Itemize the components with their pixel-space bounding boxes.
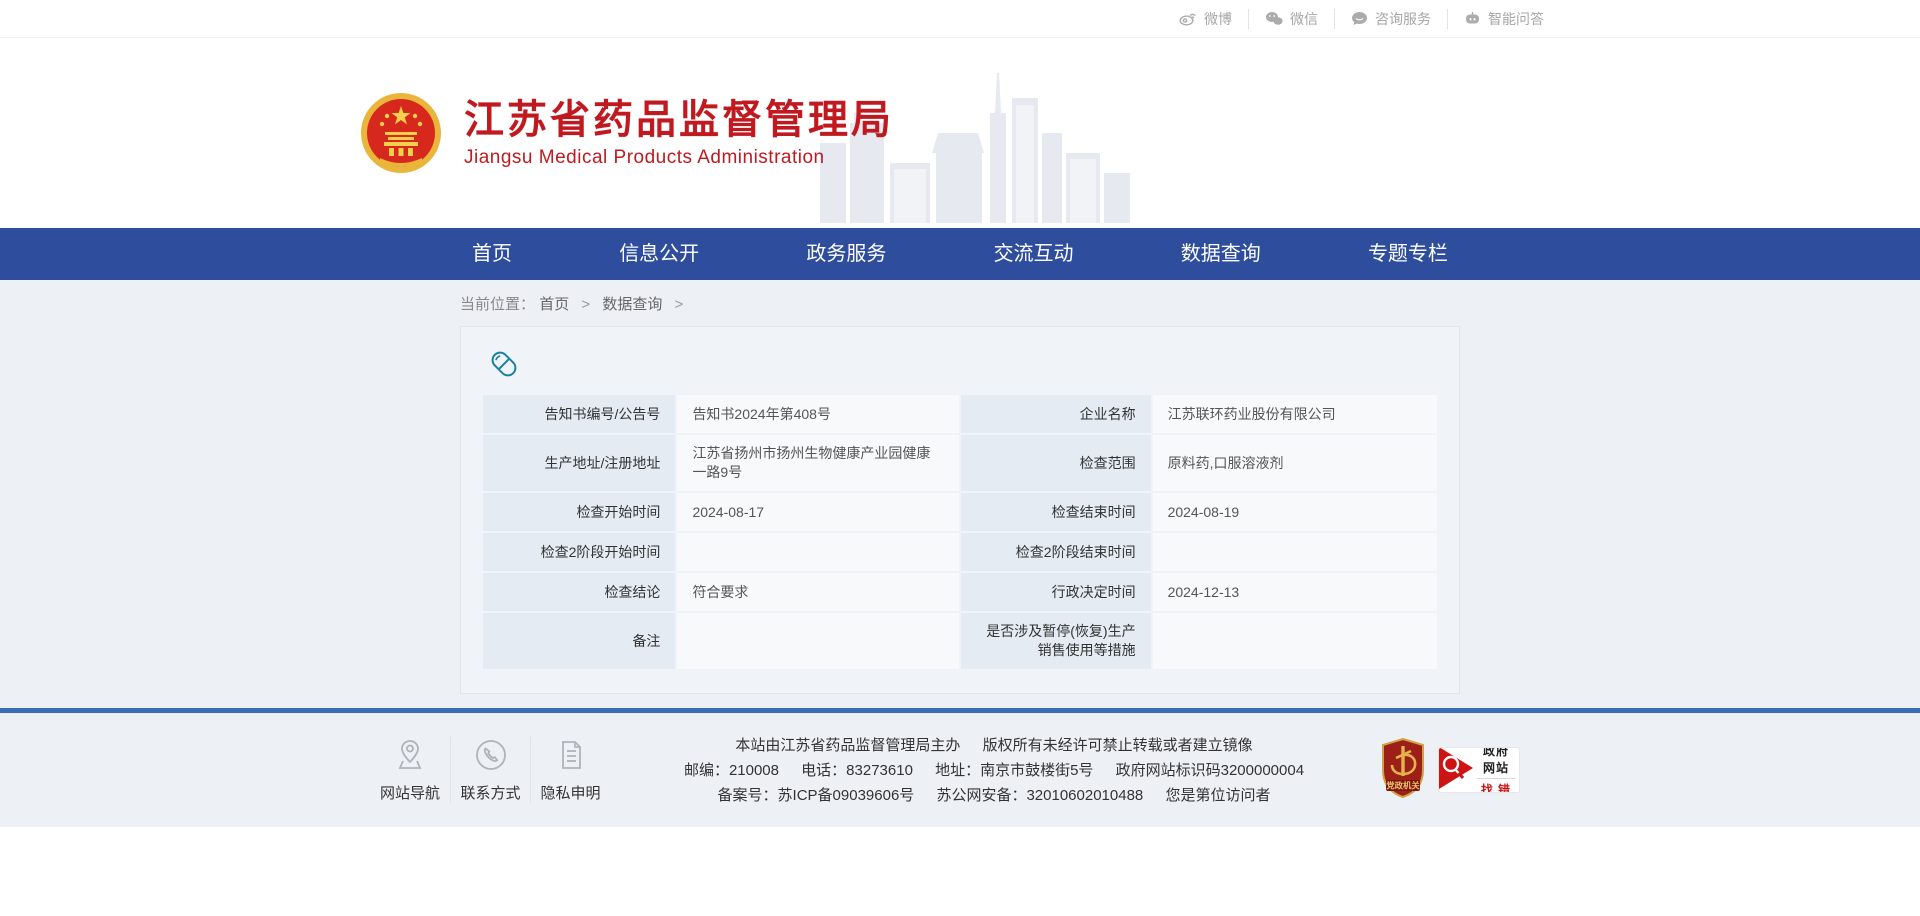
footer-link-site-map[interactable]: 网站导航 [370, 737, 450, 803]
field-value: 原料药,口服溶液剂 [1153, 435, 1437, 491]
table-row: 备注 是否涉及暂停(恢复)生产销售使用等措施 [483, 613, 1437, 669]
page-content: 当前位置： 首页 > 数据查询 > 告知书编号/公告号 告知书2024 [0, 280, 1920, 708]
footer-icp-number: 备案号：苏ICP备09039606号 [718, 787, 915, 804]
topbar-item-label: 咨询服务 [1375, 9, 1431, 29]
footer-line-1: 本站由江苏省药品监督管理局主办 版权所有未经许可禁止转载或者建立镜像 [630, 733, 1358, 758]
footer-host-text: 本站由江苏省药品监督管理局主办 [735, 737, 960, 754]
nav-item-gov-services[interactable]: 政务服务 [794, 228, 898, 280]
field-value: 江苏联环药业股份有限公司 [1153, 395, 1437, 433]
footer-link-label: 隐私申明 [537, 782, 604, 803]
field-label: 检查2阶段开始时间 [483, 533, 675, 571]
field-label: 是否涉及暂停(恢复)生产销售使用等措施 [961, 613, 1151, 669]
field-value: 2024-08-19 [1153, 493, 1437, 531]
field-value: 2024-12-13 [1153, 573, 1437, 611]
topbar-item-smart-qa[interactable]: 智能问答 [1447, 9, 1560, 29]
footer-link-contact[interactable]: 联系方式 [450, 737, 530, 803]
topbar: 微博 微信 咨询服务 [0, 0, 1920, 38]
field-label: 检查结束时间 [961, 493, 1151, 531]
magnifier-flag-icon [1439, 747, 1473, 793]
footer-copyright-text: 版权所有未经许可禁止转载或者建立镜像 [983, 737, 1253, 754]
field-value: 江苏省扬州市扬州生物健康产业园健康一路9号 [677, 435, 959, 491]
nav-item-special-topics[interactable]: 专题专栏 [1356, 228, 1460, 280]
field-label: 检查结论 [483, 573, 675, 611]
field-value: 告知书2024年第408号 [677, 395, 959, 433]
field-label: 生产地址/注册地址 [483, 435, 675, 491]
national-emblem-logo [360, 92, 442, 174]
nav-item-interaction[interactable]: 交流互动 [982, 228, 1086, 280]
topbar-item-weibo[interactable]: 微博 [1163, 9, 1248, 29]
footer-visitor-counter: 您是第位访问者 [1165, 787, 1270, 804]
inspection-detail-card: 告知书编号/公告号 告知书2024年第408号 企业名称 江苏联环药业股份有限公… [460, 326, 1460, 694]
footer-quick-links: 网站导航 联系方式 隐 [370, 737, 610, 803]
footer-info: 本站由江苏省药品监督管理局主办 版权所有未经许可禁止转载或者建立镜像 邮编：21… [610, 733, 1378, 808]
nav-item-info-disclosure[interactable]: 信息公开 [607, 228, 711, 280]
footer-link-privacy[interactable]: 隐私申明 [530, 737, 610, 803]
topbar-item-label: 微博 [1204, 9, 1232, 29]
footer-link-label: 网站导航 [376, 782, 444, 803]
site-subtitle: Jiangsu Medical Products Administration [464, 147, 894, 169]
field-value: 2024-08-17 [677, 493, 959, 531]
field-label: 行政决定时间 [961, 573, 1151, 611]
breadcrumb: 当前位置： 首页 > 数据查询 > [460, 280, 1460, 326]
breadcrumb-separator: > [581, 296, 590, 313]
svg-text:党政机关: 党政机关 [1386, 780, 1420, 790]
topbar-item-label: 智能问答 [1488, 9, 1544, 29]
breadcrumb-separator: > [675, 296, 684, 313]
site-footer: 网站导航 联系方式 隐 [0, 713, 1920, 827]
footer-security-number: 苏公网安备：32010602010488 [936, 787, 1143, 804]
footer-line-2: 邮编：210008 电话：83273610 地址：南京市鼓楼街5号 政府网站标识… [630, 758, 1358, 783]
site-title: 江苏省药品监督管理局 [464, 97, 894, 143]
topbar-item-label: 微信 [1290, 9, 1318, 29]
nav-item-home[interactable]: 首页 [460, 228, 524, 280]
footer-phone: 电话：83273610 [801, 762, 913, 779]
field-value [1153, 613, 1437, 669]
footer-postcode: 邮编：210008 [684, 762, 779, 779]
map-pin-icon [376, 737, 444, 773]
field-value [677, 533, 959, 571]
phone-icon [457, 737, 524, 773]
breadcrumb-label: 当前位置： [460, 296, 535, 313]
document-icon [537, 737, 604, 773]
gov-site-badge-action: 找错 [1473, 781, 1519, 793]
footer-badges: 党政机关 政府网站 找错 [1378, 738, 1520, 803]
wechat-icon [1265, 11, 1283, 26]
gov-site-badge-title: 政府网站 [1477, 747, 1515, 779]
topbar-item-wechat[interactable]: 微信 [1248, 9, 1334, 29]
table-row: 检查开始时间 2024-08-17 检查结束时间 2024-08-19 [483, 493, 1437, 531]
footer-site-code: 政府网站标识码3200000004 [1116, 762, 1304, 779]
footer-line-3: 备案号：苏ICP备09039606号 苏公网安备：32010602010488 … [630, 783, 1358, 808]
footer-address: 地址：南京市鼓楼街5号 [935, 762, 1093, 779]
field-label: 检查开始时间 [483, 493, 675, 531]
site-header: 江苏省药品监督管理局 Jiangsu Medical Products Admi… [0, 38, 1920, 228]
inspection-detail-table: 告知书编号/公告号 告知书2024年第408号 企业名称 江苏联环药业股份有限公… [481, 393, 1439, 671]
table-row: 检查结论 符合要求 行政决定时间 2024-12-13 [483, 573, 1437, 611]
topbar-item-consult[interactable]: 咨询服务 [1334, 9, 1447, 29]
table-row: 检查2阶段开始时间 检查2阶段结束时间 [483, 533, 1437, 571]
field-value: 符合要求 [677, 573, 959, 611]
pill-icon [489, 349, 519, 379]
field-value [1153, 533, 1437, 571]
weibo-icon [1179, 11, 1197, 26]
party-gov-shield-badge[interactable]: 党政机关 [1378, 738, 1428, 803]
chat-bubble-icon [1351, 11, 1368, 26]
field-label: 检查2阶段结束时间 [961, 533, 1151, 571]
breadcrumb-link-data-query[interactable]: 数据查询 [602, 296, 662, 313]
table-row: 告知书编号/公告号 告知书2024年第408号 企业名称 江苏联环药业股份有限公… [483, 395, 1437, 433]
nav-item-data-query[interactable]: 数据查询 [1169, 228, 1273, 280]
field-label: 告知书编号/公告号 [483, 395, 675, 433]
field-label: 企业名称 [961, 395, 1151, 433]
gov-site-find-error-badge[interactable]: 政府网站 找错 [1438, 747, 1520, 793]
field-label: 检查范围 [961, 435, 1151, 491]
field-label: 备注 [483, 613, 675, 669]
robot-icon [1464, 11, 1481, 26]
main-nav: 首页 信息公开 政务服务 交流互动 数据查询 专题专栏 [0, 228, 1920, 280]
field-value [677, 613, 959, 669]
footer-link-label: 联系方式 [457, 782, 524, 803]
table-row: 生产地址/注册地址 江苏省扬州市扬州生物健康产业园健康一路9号 检查范围 原料药… [483, 435, 1437, 491]
breadcrumb-link-home[interactable]: 首页 [539, 296, 569, 313]
